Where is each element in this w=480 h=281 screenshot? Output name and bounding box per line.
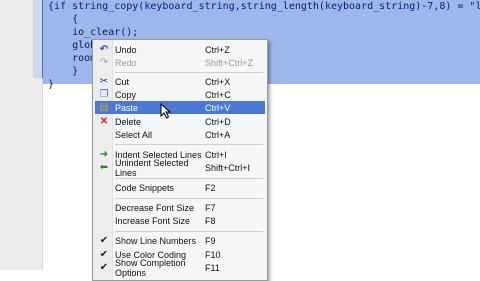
menu-item-shortcut: Ctrl+A xyxy=(205,129,231,140)
code-line[interactable]: { xyxy=(48,13,480,26)
menu-item-shortcut: Ctrl+V xyxy=(205,102,231,113)
redo-icon: ↷ xyxy=(99,56,109,68)
menu-item-label: Undo xyxy=(115,44,137,55)
menu-item-label: Code Snippets xyxy=(115,182,175,193)
menu-item-label: Copy xyxy=(115,89,137,100)
menu-separator xyxy=(115,198,263,199)
menu-item-label: Decrease Font Size xyxy=(115,202,195,213)
menu-item-shortcut: Ctrl+X xyxy=(205,76,231,87)
code-line[interactable]: {if string_copy(keyboard_string,string_l… xyxy=(48,0,480,13)
menu-item-undo[interactable]: ↶ Undo Ctrl+Z xyxy=(95,43,265,56)
menu-item-code-snippets[interactable]: Code Snippets F2 xyxy=(95,181,265,194)
menu-item-shortcut: F10 xyxy=(205,249,221,260)
menu-item-shortcut: Ctrl+D xyxy=(205,116,231,127)
copy-icon: ❐ xyxy=(99,88,109,100)
menu-item-label: Show Completion Options xyxy=(115,257,186,278)
menu-item-shortcut: Shift+Ctrl+Z xyxy=(205,57,254,68)
menu-item-shortcut: F11 xyxy=(205,262,220,273)
code-line[interactable]: io_clear(); xyxy=(48,26,480,39)
menu-item-shortcut: Ctrl+I xyxy=(205,149,227,160)
context-menu: ↶ Undo Ctrl+Z ↷ Redo Shift+Ctrl+Z ✂ Cut … xyxy=(92,39,268,281)
scissors-icon: ✂ xyxy=(99,75,109,87)
menu-item-shortcut: Ctrl+C xyxy=(205,89,231,100)
menu-separator xyxy=(115,144,263,145)
menu-item-label: Redo xyxy=(115,57,137,68)
menu-item-paste[interactable]: ▤ Paste Ctrl+V xyxy=(95,101,265,114)
menu-item-delete[interactable]: ✕ Delete Ctrl+D xyxy=(95,115,265,128)
menu-item-shortcut: F9 xyxy=(205,235,216,246)
menu-item-label: Cut xyxy=(115,76,130,87)
menu-item-increase-font[interactable]: Increase Font Size F8 xyxy=(95,214,265,227)
menu-item-show-completion-options[interactable]: ✔ Show Completion Options F11 xyxy=(95,258,265,278)
mouse-cursor-icon xyxy=(160,103,172,119)
menu-separator xyxy=(115,231,263,232)
undo-icon: ↶ xyxy=(99,43,109,55)
menu-item-shortcut: F7 xyxy=(205,202,216,213)
clipboard-icon: ▤ xyxy=(99,101,109,113)
menu-item-shortcut: F2 xyxy=(205,182,216,193)
checkmark-icon: ✔ xyxy=(99,248,109,260)
menu-item-label: Increase Font Size xyxy=(115,215,191,226)
line-gutter xyxy=(0,0,44,270)
menu-item-unindent[interactable]: ⬅ Unindent Selected Lines Shift+Ctrl+I xyxy=(95,158,265,178)
checkmark-icon: ✔ xyxy=(99,261,109,273)
menu-item-shortcut: Shift+Ctrl+I xyxy=(205,162,251,173)
menu-item-shortcut: F8 xyxy=(205,215,216,226)
indent-icon: ➔ xyxy=(99,148,109,160)
menu-item-select-all[interactable]: Select All Ctrl+A xyxy=(95,128,265,141)
menu-item-label: Show Line Numbers xyxy=(115,235,197,246)
unindent-icon: ⬅ xyxy=(99,161,109,173)
menu-item-cut[interactable]: ✂ Cut Ctrl+X xyxy=(95,75,265,88)
checkmark-icon: ✔ xyxy=(99,234,109,246)
menu-item-shortcut: Ctrl+Z xyxy=(205,44,230,55)
menu-separator xyxy=(115,72,263,73)
menu-item-label: Unindent Selected Lines xyxy=(115,157,189,178)
delete-icon: ✕ xyxy=(99,115,109,127)
menu-item-label: Select All xyxy=(115,129,153,140)
menu-item-copy[interactable]: ❐ Copy Ctrl+C xyxy=(95,88,265,101)
menu-item-redo[interactable]: ↷ Redo Shift+Ctrl+Z xyxy=(95,56,265,69)
menu-item-decrease-font[interactable]: Decrease Font Size F7 xyxy=(95,201,265,214)
menu-item-show-line-numbers[interactable]: ✔ Show Line Numbers F9 xyxy=(95,234,265,247)
menu-separator xyxy=(115,178,263,179)
